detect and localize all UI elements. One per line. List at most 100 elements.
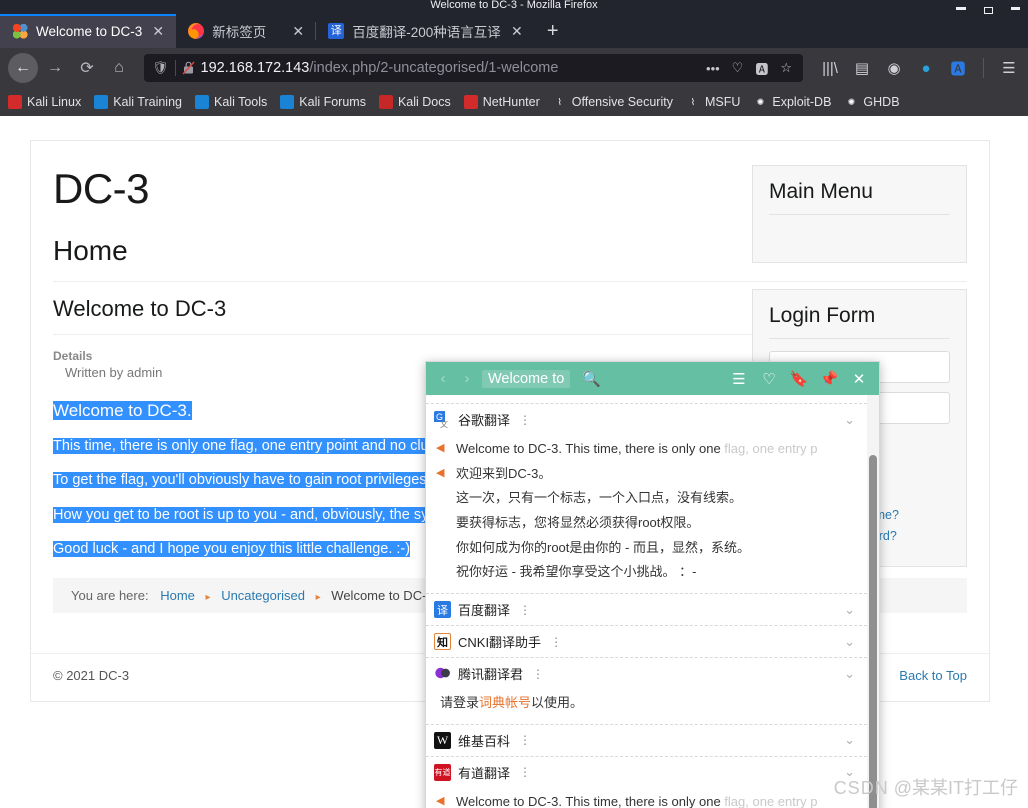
url-path: /index.php/2-uncategorised/1-welcome	[309, 60, 559, 76]
url-host: 192.168.172.143	[200, 60, 310, 76]
close-icon[interactable]: ✕	[847, 370, 871, 388]
engine-menu-icon[interactable]: ⋮	[532, 667, 544, 681]
menu-icon[interactable]: ☰	[998, 57, 1020, 79]
url-text[interactable]: 192.168.172.143/index.php/2-uncategorise…	[201, 60, 698, 76]
tab-strip: Welcome to DC-3 ✕ 新标签页 ✕ 译 百度翻译-200种语言互译…	[0, 14, 1028, 48]
tab-label: 新标签页	[212, 25, 267, 40]
breadcrumb-item-home[interactable]: Home	[160, 588, 195, 603]
scrollbar-thumb[interactable]	[869, 455, 877, 808]
engine-header-youdao[interactable]: 有道 有道翻译 ⋮ ⌄	[426, 755, 867, 788]
breadcrumb-item-current: Welcome to DC-3	[331, 587, 434, 603]
heart-icon[interactable]: ♡	[757, 370, 781, 388]
minimize-button[interactable]	[956, 7, 966, 10]
engine-menu-icon[interactable]: ⋮	[519, 413, 531, 427]
home-button[interactable]: ⌂	[104, 53, 134, 83]
close-window-button[interactable]	[1011, 7, 1020, 10]
engine-menu-icon[interactable]: ⋮	[519, 765, 531, 779]
dictionary-account-link[interactable]: 词典帐号	[479, 695, 531, 710]
selected-text: This time, there is only one flag, one e…	[53, 438, 448, 455]
bookmark-nethunter[interactable]: NetHunter	[463, 95, 540, 109]
speaker-icon[interactable]: ◀	[436, 437, 448, 460]
maximize-button[interactable]	[984, 7, 993, 14]
forward-button[interactable]: →	[40, 53, 70, 83]
bookmark-kali-training[interactable]: Kali Training	[94, 95, 182, 109]
tab-new-tab[interactable]: 新标签页 ✕	[176, 14, 317, 48]
back-to-top-link[interactable]: Back to Top	[899, 668, 967, 683]
reload-button[interactable]: ⟳	[72, 53, 102, 83]
engine-header-cnki[interactable]: 知 CNKI翻译助手 ⋮ ⌄	[426, 625, 867, 657]
bookmark-ghdb[interactable]: ✺ GHDB	[844, 95, 900, 109]
bookmark-offensive-security[interactable]: ⌇ Offensive Security	[553, 95, 673, 109]
chevron-down-icon[interactable]: ⌄	[844, 666, 855, 682]
library-icon[interactable]: |||\	[819, 57, 841, 79]
ellipsis-icon[interactable]: •••	[703, 61, 723, 76]
chevron-down-icon[interactable]: ⌄	[844, 412, 855, 428]
bookmark-kali-forums[interactable]: Kali Forums	[280, 95, 366, 109]
popup-forward-icon[interactable]: ›	[458, 370, 476, 387]
msfu-icon: ⌇	[690, 96, 696, 107]
translation-line: ◀要获得标志，您将显然必须获得root权限。	[436, 511, 857, 536]
engine-header-tencent[interactable]: 腾讯翻译君 ⋮ ⌄	[426, 657, 867, 689]
pin-icon[interactable]: 📌	[817, 370, 841, 388]
bookmark-exploit-db[interactable]: ✺ Exploit-DB	[753, 95, 832, 109]
extension-color-icon[interactable]: ●	[915, 57, 937, 79]
window-titlebar: Welcome to DC-3 - Mozilla Firefox	[0, 0, 1028, 14]
engine-header-baidu[interactable]: 译 百度翻译 ⋮ ⌄	[426, 593, 867, 625]
engine-menu-icon[interactable]: ⋮	[550, 635, 562, 649]
popup-query-text[interactable]: Welcome to	[482, 369, 571, 388]
translate-page-icon[interactable]: 🅰	[752, 59, 771, 78]
search-icon[interactable]: 🔍	[582, 370, 601, 388]
line-text: Welcome to DC-3. This time, there is onl…	[456, 441, 818, 456]
bookmark-kali-linux[interactable]: Kali Linux	[8, 95, 81, 109]
hamburger-icon[interactable]: ☰	[727, 370, 751, 388]
chevron-down-icon[interactable]: ⌄	[844, 732, 855, 748]
youdao-icon: 有道	[434, 763, 451, 781]
chevron-down-icon[interactable]: ⌄	[844, 602, 855, 618]
tab-close-icon[interactable]: ✕	[150, 24, 166, 38]
tab-close-icon[interactable]: ✕	[509, 24, 525, 38]
window-controls	[956, 7, 1020, 14]
selected-text: Welcome to DC-3.	[53, 401, 192, 420]
line-text: 欢迎来到DC-3。	[456, 465, 552, 481]
bookmark-msfu[interactable]: ⌇ MSFU	[686, 95, 741, 109]
bookmark-label: Kali Docs	[397, 95, 451, 109]
pocket-icon[interactable]: ♡	[729, 60, 747, 76]
ghdb-icon: ✺	[847, 96, 856, 107]
csdn-watermark: CSDN @某某IT打工仔	[834, 774, 1018, 800]
engine-header-wikipedia[interactable]: W 维基百科 ⋮ ⌄	[426, 723, 867, 756]
engine-header-google[interactable]: G文 谷歌翻译 ⋮ ⌄	[426, 403, 867, 435]
shield-icon[interactable]: 🛡	[152, 60, 169, 76]
breadcrumb-prefix: You are here:	[71, 587, 149, 603]
back-button[interactable]: ←	[8, 53, 38, 83]
urlbar-divider	[174, 60, 176, 76]
tab-close-icon[interactable]: ✕	[290, 24, 306, 38]
bookmark-label: GHDB	[863, 95, 900, 109]
bookmark-kali-docs[interactable]: Kali Docs	[378, 95, 451, 109]
popup-scrollbar[interactable]	[867, 395, 879, 808]
broken-lock-icon[interactable]	[181, 61, 195, 75]
chevron-down-icon[interactable]: ⌄	[844, 634, 855, 650]
translate-extension-icon[interactable]: 🅰	[947, 57, 969, 79]
speaker-icon[interactable]: ◀	[436, 790, 448, 808]
breadcrumb-item-uncategorised[interactable]: Uncategorised	[221, 588, 305, 603]
engine-menu-icon[interactable]: ⋮	[519, 603, 531, 617]
sidebar-icon[interactable]: ▤	[851, 57, 873, 79]
engine-menu-icon[interactable]: ⋮	[519, 733, 531, 747]
bookmark-icon[interactable]: 🔖	[787, 370, 811, 388]
star-icon[interactable]: ☆	[777, 60, 795, 76]
bookmark-kali-tools[interactable]: Kali Tools	[195, 95, 267, 109]
selected-text: To get the flag, you'll obviously have t…	[53, 472, 431, 489]
breadcrumb-separator: ▸	[315, 591, 321, 603]
new-tab-button[interactable]: +	[535, 14, 571, 48]
line-text: 你如何成为你的root是由你的 - 而且，显然，系统。	[456, 539, 750, 555]
speaker-icon[interactable]: ◀	[436, 462, 448, 485]
tab-baidu-translate[interactable]: 译 百度翻译-200种语言互译 ✕	[316, 14, 535, 48]
tab-welcome-to-dc3[interactable]: Welcome to DC-3 ✕	[0, 14, 177, 48]
popup-back-icon[interactable]: ‹	[434, 370, 452, 387]
offsec-icon: ⌇	[557, 96, 562, 107]
kali-docs-icon	[378, 95, 393, 109]
account-icon[interactable]: ◉	[883, 57, 905, 79]
address-bar[interactable]: 🛡 192.168.172.143/index.php/2-uncategori…	[144, 54, 803, 82]
bookmark-label: Kali Forums	[299, 95, 366, 109]
tab-label: Welcome to DC-3	[36, 23, 143, 39]
